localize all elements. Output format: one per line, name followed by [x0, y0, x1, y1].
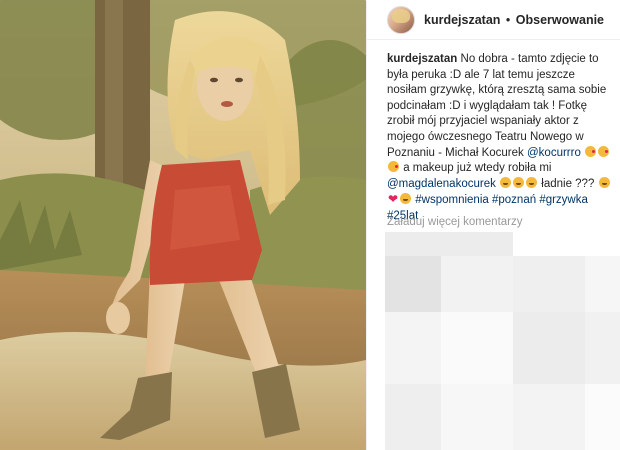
hashtag-link[interactable]: #grzywka [539, 194, 588, 206]
kiss-emoji [598, 145, 610, 157]
header-separator: • [505, 12, 511, 27]
header-username[interactable]: kurdejszatan [424, 13, 500, 27]
grin-emoji [598, 176, 610, 188]
mention-magdalenakocurek[interactable]: @magdalenakocurek [387, 178, 496, 190]
caption-username[interactable]: kurdejszatan [387, 53, 457, 65]
grin-emoji [500, 176, 512, 188]
blur-block [513, 256, 585, 312]
following-button[interactable]: Obserwowanie [516, 13, 604, 27]
header-text: kurdejszatan • Obserwowanie [424, 13, 604, 27]
kiss-emoji [388, 161, 399, 173]
post-side-panel: kurdejszatan • Obserwowanie kurdejszatan… [366, 0, 620, 450]
blur-block [585, 384, 620, 450]
blur-block [385, 384, 441, 450]
grin-emoji [513, 176, 525, 188]
hashtag-link[interactable]: #poznań [492, 194, 536, 206]
kiss-emoji [585, 145, 597, 157]
post-caption: kurdejszatan No dobra - tamto zdjęcie to… [387, 52, 615, 225]
blur-block [441, 384, 513, 450]
blur-block [385, 256, 441, 312]
post-photo[interactable] [0, 0, 366, 450]
blur-block [385, 312, 441, 384]
caption-text-1: No dobra - tamto zdjęcie to była peruka … [387, 53, 607, 159]
grin-emoji [400, 193, 412, 205]
blur-block [513, 312, 585, 384]
blur-block [513, 384, 585, 450]
caption-text-2: a makeup już wtedy robiła mi [403, 162, 552, 175]
mention-kocurrro[interactable]: @kocurrro [527, 147, 581, 159]
grin-emoji [526, 176, 538, 188]
avatar[interactable] [387, 5, 415, 34]
pixelated-comments-area [385, 232, 620, 450]
blur-block [441, 256, 513, 312]
post-header: kurdejszatan • Obserwowanie [367, 0, 620, 40]
heart-emoji: ❤ [388, 192, 399, 207]
hashtag-link[interactable]: #wspomnienia [415, 194, 489, 206]
blur-block [441, 312, 513, 384]
load-more-comments-link[interactable]: Załaduj więcej komentarzy [387, 216, 523, 228]
post-photo-image [0, 0, 366, 450]
blur-block [585, 256, 620, 312]
caption-text-3: ładnie ??? [541, 177, 595, 190]
blur-block [385, 232, 513, 256]
blur-block [585, 312, 620, 384]
